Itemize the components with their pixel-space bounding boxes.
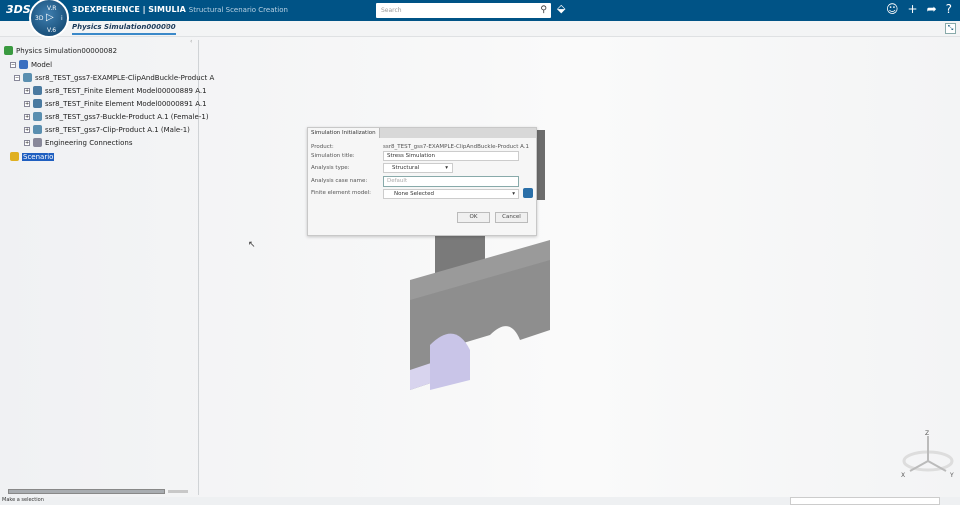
tree-item[interactable]: + ssr8_TEST_Finite Element Model00000891 … bbox=[24, 99, 207, 108]
analysis-type-label: Analysis type: bbox=[311, 165, 350, 171]
search-icon[interactable]: ⚲ bbox=[540, 5, 547, 15]
app-subtitle: Structural Scenario Creation bbox=[188, 6, 288, 14]
simulation-icon bbox=[4, 46, 13, 55]
collapse-toggle[interactable]: − bbox=[14, 74, 20, 81]
expand-toggle[interactable]: + bbox=[24, 126, 30, 133]
collapse-panel-icon[interactable]: ‹ bbox=[190, 38, 192, 45]
compass-right: i bbox=[61, 15, 63, 22]
tree-item[interactable]: + ssr8_TEST_gss7-Clip-Product A.1 (Male-1… bbox=[24, 125, 190, 134]
simulation-title-input[interactable]: Stress Simulation bbox=[383, 151, 519, 161]
expand-toggle[interactable]: + bbox=[24, 113, 30, 120]
select-fem-icon[interactable] bbox=[523, 188, 533, 198]
mouse-cursor-icon: ↖ bbox=[248, 240, 256, 250]
scenario-icon bbox=[10, 152, 19, 161]
panel-divider[interactable] bbox=[198, 40, 199, 495]
model-icon bbox=[19, 60, 28, 69]
plus-icon[interactable]: + bbox=[908, 2, 918, 16]
3ds-logo[interactable]: 3DS bbox=[6, 3, 31, 16]
tree-item-label: ssr8_TEST_Finite Element Model00000891 A… bbox=[45, 99, 207, 108]
collapse-toggle[interactable]: − bbox=[10, 61, 16, 68]
simulation-title-label: Simulation title: bbox=[311, 153, 355, 159]
tab-bar: Physics Simulation000000 + ⤡ bbox=[0, 21, 960, 37]
tab-physics-simulation[interactable]: Physics Simulation000000 bbox=[72, 23, 176, 35]
tree-root[interactable]: Physics Simulation00000082 bbox=[4, 46, 117, 55]
product-value: ssr8_TEST_gss7-EXAMPLE-ClipAndBuckle-Pro… bbox=[383, 144, 530, 150]
tree-product[interactable]: − ssr8_TEST_gss7-EXAMPLE-ClipAndBuckle-Pr… bbox=[14, 73, 214, 82]
tree-item[interactable]: + Engineering Connections bbox=[24, 138, 132, 147]
tag-icon[interactable]: ⬙ bbox=[557, 2, 565, 15]
scrollbar-track[interactable] bbox=[168, 490, 188, 493]
expand-toggle[interactable]: + bbox=[24, 100, 30, 107]
axis-y-label: Y bbox=[949, 472, 954, 479]
brand-name: 3DEXPERIENCE | SIMULIA bbox=[72, 5, 186, 14]
help-icon[interactable]: ? bbox=[946, 2, 952, 16]
search-placeholder: Search bbox=[381, 7, 402, 14]
tree-item[interactable]: + ssr8_TEST_gss7-Buckle-Product A.1 (Fema… bbox=[24, 112, 209, 121]
ok-button[interactable]: OK bbox=[457, 212, 490, 223]
expand-toggle[interactable]: + bbox=[24, 87, 30, 94]
tree-scenario[interactable]: Scenario bbox=[10, 152, 55, 161]
tree-item-label: Engineering Connections bbox=[45, 138, 133, 147]
connections-icon bbox=[33, 138, 42, 147]
axis-z-label: Z bbox=[925, 430, 929, 437]
command-input[interactable] bbox=[790, 497, 940, 505]
app-title: 3DEXPERIENCE | SIMULIA Structural Scenari… bbox=[72, 5, 288, 14]
tree-root-label: Physics Simulation00000082 bbox=[16, 46, 118, 55]
tree-item-label: ssr8_TEST_Finite Element Model00000889 A… bbox=[45, 86, 207, 95]
tree-scenario-label: Scenario bbox=[22, 152, 55, 161]
user-icon[interactable]: ☺ bbox=[886, 2, 899, 16]
top-bar: 3DS V.R 3D ▷ i V.6 3DEXPERIENCE | SIMULI… bbox=[0, 0, 960, 38]
search-input[interactable]: Search ⚲ bbox=[376, 3, 551, 18]
fem-select[interactable]: None Selected ▾ bbox=[383, 189, 519, 199]
3d-compass[interactable]: Z X Y bbox=[898, 428, 958, 483]
fem-icon bbox=[33, 99, 42, 108]
fem-icon bbox=[33, 86, 42, 95]
model-cutout bbox=[430, 333, 470, 390]
compass-top: V.R bbox=[47, 5, 57, 12]
compass-left: 3D bbox=[35, 15, 44, 22]
tree-horizontal-scrollbar[interactable] bbox=[8, 489, 165, 494]
simulation-initialization-dialog: Simulation Initialization Product: ssr8_… bbox=[307, 127, 537, 236]
tree-item[interactable]: + ssr8_TEST_Finite Element Model00000889 … bbox=[24, 86, 207, 95]
add-tab-button[interactable]: + bbox=[163, 22, 171, 32]
dropdown-arrow-icon: ▾ bbox=[512, 191, 515, 197]
product-icon bbox=[23, 73, 32, 82]
play-icon: ▷ bbox=[46, 12, 54, 23]
collapse-icon[interactable]: ⤡ bbox=[945, 23, 956, 34]
expand-toggle[interactable]: + bbox=[24, 139, 30, 146]
analysis-type-value: Structural bbox=[392, 165, 420, 171]
tree-item-label: ssr8_TEST_gss7-Clip-Product A.1 (Male-1) bbox=[45, 125, 190, 134]
analysis-case-label: Analysis case name: bbox=[311, 178, 368, 184]
analysis-case-input[interactable]: Default bbox=[383, 176, 519, 187]
tree-model-label: Model bbox=[31, 60, 53, 69]
fem-label: Finite element model: bbox=[311, 190, 372, 196]
dialog-title: Simulation Initialization bbox=[308, 128, 380, 138]
cancel-button[interactable]: Cancel bbox=[495, 212, 528, 223]
tree-product-label: ssr8_TEST_gss7-EXAMPLE-ClipAndBuckle-Pro… bbox=[35, 73, 215, 82]
tree-item-label: ssr8_TEST_gss7-Buckle-Product A.1 (Femal… bbox=[45, 112, 209, 121]
status-text: Make a selection bbox=[2, 497, 44, 503]
share-icon[interactable]: ➦ bbox=[927, 2, 937, 16]
fem-value: None Selected bbox=[394, 191, 434, 197]
product-label: Product: bbox=[311, 144, 334, 150]
dropdown-arrow-icon: ▾ bbox=[445, 165, 448, 171]
compass-bottom: V.6 bbox=[47, 27, 57, 34]
product-icon bbox=[33, 125, 42, 134]
axis-x-label: X bbox=[901, 472, 905, 479]
status-bar: Make a selection bbox=[0, 497, 960, 505]
tree-model[interactable]: − Model bbox=[10, 60, 52, 69]
product-icon bbox=[33, 112, 42, 121]
analysis-type-select[interactable]: Structural ▾ bbox=[383, 163, 453, 173]
